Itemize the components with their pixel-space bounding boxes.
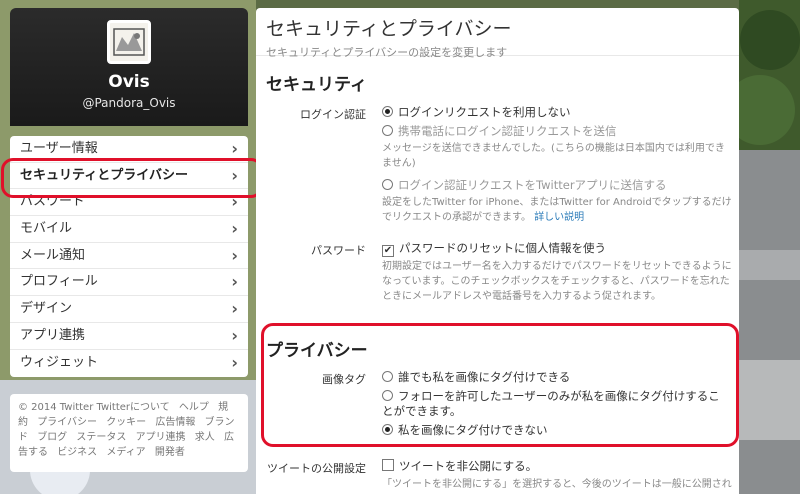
footer-link[interactable]: Twitterについて bbox=[97, 402, 170, 413]
footer-link[interactable]: ビジネス bbox=[57, 447, 97, 458]
page-title: セキュリティとプライバシー bbox=[266, 18, 512, 40]
tag-option-anyone[interactable]: 誰でも私を画像にタグ付けできる bbox=[382, 369, 570, 385]
app-option-note: 設定をしたTwitter for iPhone、またはTwitter for A… bbox=[382, 195, 732, 225]
tweet-privacy-label: ツイートの公開設定 bbox=[267, 462, 366, 475]
panel-header: セキュリティとプライバシー セキュリティとプライバシーの設定を変更します bbox=[256, 8, 739, 59]
chevron-right-icon: › bbox=[231, 272, 238, 292]
chevron-right-icon: › bbox=[231, 219, 238, 239]
nav-item-security-privacy[interactable]: セキュリティとプライバシー › bbox=[10, 163, 248, 190]
page-subtitle: セキュリティとプライバシーの設定を変更します bbox=[266, 46, 508, 59]
footer-link[interactable]: ヘルプ bbox=[179, 402, 209, 413]
nav-item-label: パスワード bbox=[20, 194, 86, 210]
radio-button[interactable] bbox=[382, 179, 393, 190]
radio-button[interactable] bbox=[382, 390, 393, 401]
tag-option-followers[interactable]: フォローを許可したユーザーのみが私を画像にタグ付けすることができます。 bbox=[382, 389, 727, 419]
chevron-right-icon: › bbox=[231, 165, 238, 185]
chevron-right-icon: › bbox=[231, 299, 238, 319]
password-note: 初期設定ではユーザー名を入力するだけでパスワードをリセットできるようになっていま… bbox=[382, 261, 732, 302]
chevron-right-icon: › bbox=[231, 352, 238, 372]
login-option-app[interactable]: ログイン認証リクエストをTwitterアプリに送信する bbox=[382, 177, 667, 193]
phone-option-note: メッセージを送信できませんでした。(こちらの機能は日本国内では利用できません) bbox=[382, 143, 725, 169]
login-verification-label: ログイン認証 bbox=[300, 108, 366, 121]
footer-link[interactable]: 広告情報 bbox=[155, 417, 195, 428]
footer: © 2014 Twitter Twitterについて ヘルプ 規約 プライバシー… bbox=[10, 394, 248, 472]
option-label: ログイン認証リクエストをTwitterアプリに送信する bbox=[398, 178, 667, 192]
nav-item-label: ユーザー情報 bbox=[20, 141, 98, 156]
nav-item-email-notifications[interactable]: メール通知 › bbox=[10, 243, 248, 270]
avatar[interactable] bbox=[107, 20, 151, 64]
profile-card[interactable]: Ovis @Pandora_Ovis bbox=[10, 8, 248, 126]
nav-item-apps[interactable]: アプリ連携 › bbox=[10, 323, 248, 350]
profile-handle: @Pandora_Ovis bbox=[82, 96, 176, 110]
nav-item-label: ウィジェット bbox=[20, 354, 99, 370]
nav-item-label: アプリ連携 bbox=[20, 327, 86, 343]
option-label: ログインリクエストを利用しない bbox=[398, 105, 571, 119]
nav-item-label: セキュリティとプライバシー bbox=[20, 167, 188, 183]
footer-link[interactable]: メディア bbox=[106, 447, 145, 458]
privacy-section-title: プライバシー bbox=[266, 341, 368, 361]
radio-button[interactable] bbox=[382, 424, 393, 435]
profile-name[interactable]: Ovis bbox=[10, 72, 248, 92]
footer-link[interactable]: ブログ bbox=[37, 432, 67, 443]
footer-link[interactable]: プライバシー bbox=[37, 417, 97, 428]
security-section-title: セキュリティ bbox=[266, 75, 367, 95]
protect-tweets-note: 「ツイートを非公開にする」を選択すると、今後のツイートは一般に公開され bbox=[382, 479, 732, 490]
checkbox-checked[interactable]: ✔ bbox=[382, 245, 394, 257]
nav-item-user-info[interactable]: ユーザー情報 › bbox=[10, 136, 248, 163]
nav-item-widgets[interactable]: ウィジェット › bbox=[10, 350, 248, 377]
chevron-right-icon: › bbox=[231, 139, 238, 158]
radio-button[interactable] bbox=[382, 125, 393, 136]
footer-link[interactable]: 開発者 bbox=[155, 447, 185, 458]
nav-item-label: モバイル bbox=[20, 221, 73, 237]
settings-nav: ユーザー情報 › セキュリティとプライバシー › パスワード › モバイル › … bbox=[10, 136, 248, 377]
radio-button[interactable] bbox=[382, 371, 393, 382]
option-label: パスワードのリセットに個人情報を使う bbox=[399, 241, 606, 255]
option-label: 携帯電話にログイン認証リクエストを送信 bbox=[398, 124, 617, 138]
footer-link[interactable]: クッキー bbox=[106, 417, 146, 428]
nav-item-mobile[interactable]: モバイル › bbox=[10, 216, 248, 243]
option-label: 私を画像にタグ付けできない bbox=[398, 423, 548, 437]
nav-item-label: デザイン bbox=[20, 301, 73, 317]
footer-link[interactable]: 求人 bbox=[195, 432, 215, 443]
password-label: パスワード bbox=[311, 244, 366, 257]
photo-tagging-label: 画像タグ bbox=[322, 373, 366, 386]
nav-item-label: メール通知 bbox=[20, 247, 86, 263]
avatar-illustration-icon bbox=[113, 28, 145, 56]
password-reset-option[interactable]: ✔ パスワードのリセットに個人情報を使う bbox=[382, 240, 606, 257]
login-option-none[interactable]: ログインリクエストを利用しない bbox=[382, 104, 571, 120]
footer-link[interactable]: ステータス bbox=[76, 432, 126, 443]
nav-item-profile[interactable]: プロフィール › bbox=[10, 269, 248, 297]
settings-panel: セキュリティとプライバシー セキュリティとプライバシーの設定を変更します セキュ… bbox=[256, 8, 739, 494]
nav-item-password[interactable]: パスワード › bbox=[10, 189, 248, 217]
footer-link[interactable]: アプリ連携 bbox=[136, 432, 186, 443]
tag-option-none[interactable]: 私を画像にタグ付けできない bbox=[382, 422, 548, 438]
chevron-right-icon: › bbox=[231, 245, 238, 265]
option-label: ツイートを非公開にする。 bbox=[399, 459, 538, 473]
footer-copyright: © 2014 Twitter bbox=[18, 402, 94, 413]
chevron-right-icon: › bbox=[231, 325, 238, 345]
nav-item-design[interactable]: デザイン › bbox=[10, 296, 248, 323]
checkbox-unchecked[interactable] bbox=[382, 459, 394, 471]
option-label: 誰でも私を画像にタグ付けできる bbox=[398, 370, 571, 384]
chevron-right-icon: › bbox=[231, 192, 238, 212]
radio-button[interactable] bbox=[382, 106, 393, 117]
protect-tweets-option[interactable]: ツイートを非公開にする。 bbox=[382, 458, 537, 474]
nav-item-label: プロフィール bbox=[20, 274, 98, 290]
login-option-phone[interactable]: 携帯電話にログイン認証リクエストを送信 bbox=[382, 123, 617, 139]
option-label: フォローを許可したユーザーのみが私を画像にタグ付けすることができます。 bbox=[382, 389, 720, 418]
learn-more-link[interactable]: 詳しい説明 bbox=[534, 212, 584, 223]
